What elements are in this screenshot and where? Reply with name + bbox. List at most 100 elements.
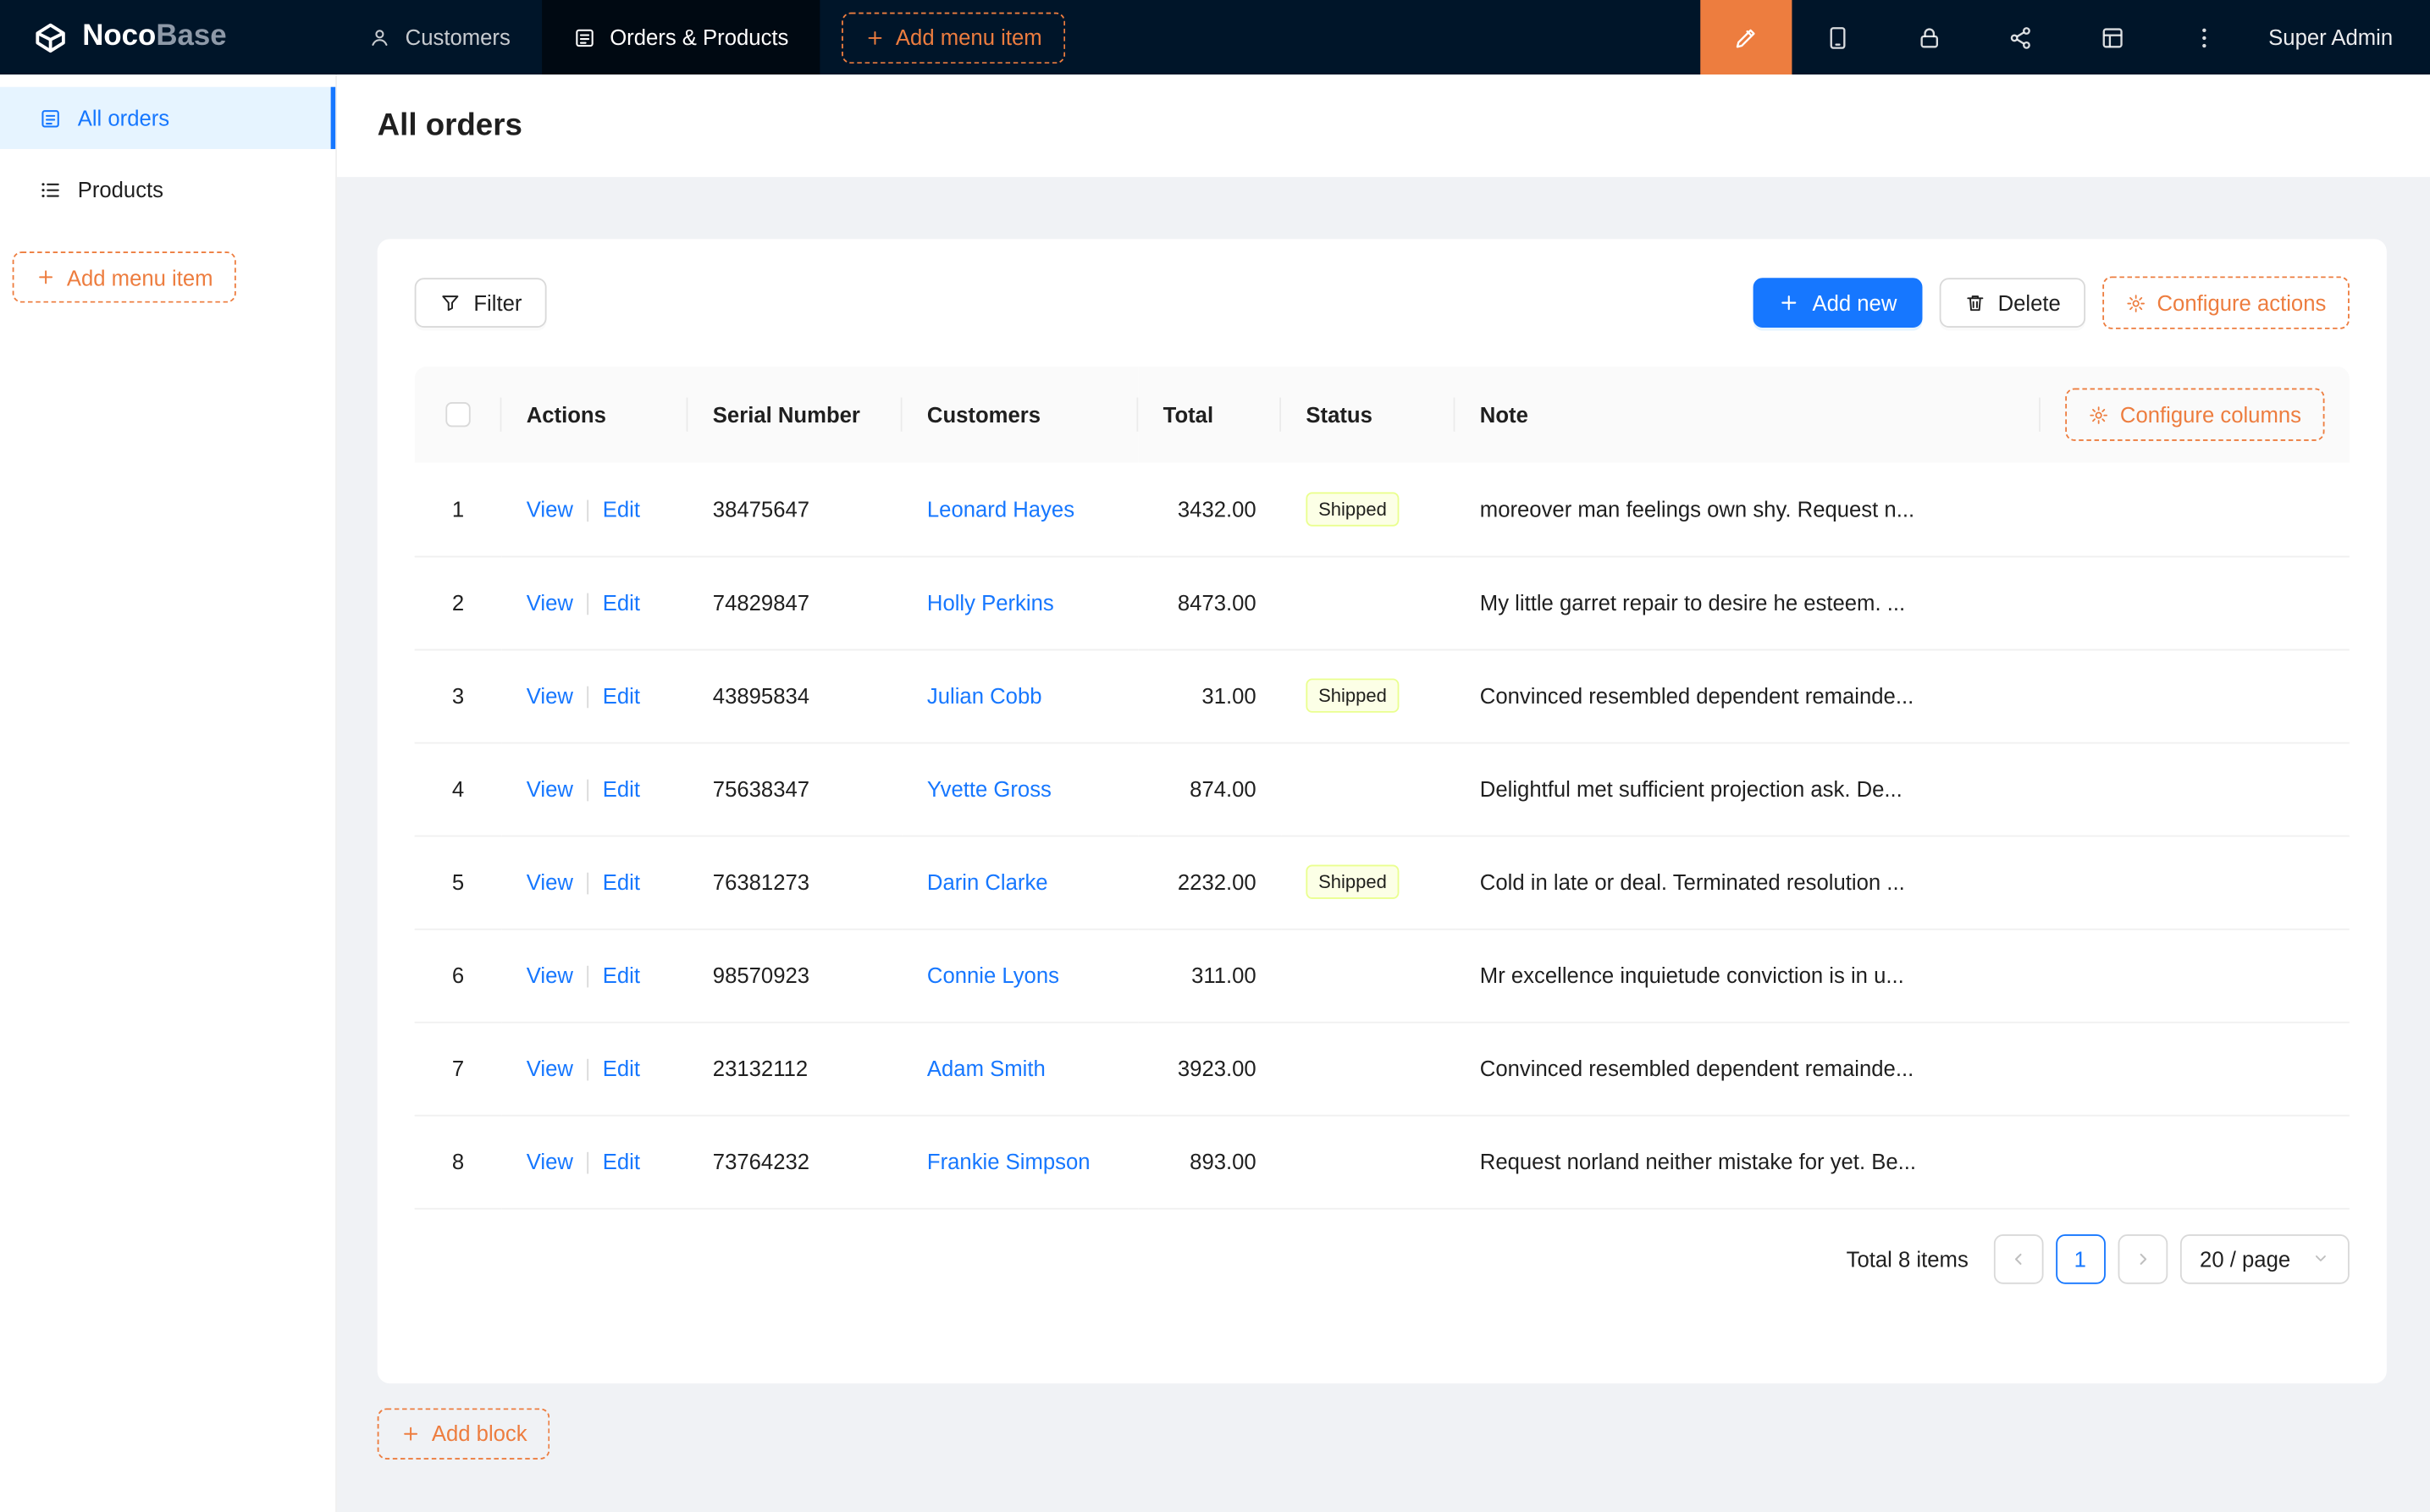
customer-link[interactable]: Yvette Gross [927,776,1052,801]
edit-link[interactable]: Edit [603,1149,640,1173]
lock-icon [1916,24,1942,50]
view-link[interactable]: View [527,1056,573,1080]
status-badge: Shipped [1306,678,1399,712]
action-divider [587,593,588,615]
mobile-preview-button[interactable] [1792,0,1883,74]
customer-link[interactable]: Frankie Simpson [927,1149,1091,1173]
serial-number-cell: 75638347 [688,742,902,836]
action-divider [587,499,588,521]
nav-item-label: Orders & Products [610,25,788,49]
pagination-next-button[interactable] [2118,1233,2168,1283]
note-cell: Request norland neither mistake for yet.… [1455,1115,2349,1208]
delete-button[interactable]: Delete [1939,278,2085,328]
logo[interactable]: NocoBase [0,18,337,57]
add-block-button[interactable]: Add block [378,1408,550,1460]
plus-icon [400,1423,421,1443]
total-cell: 8473.00 [1138,556,1281,649]
nav-item-label: Customers [406,25,511,49]
customer-link[interactable]: Leonard Hayes [927,496,1074,521]
edit-link[interactable]: Edit [603,590,640,615]
filter-button[interactable]: Filter [415,278,547,328]
view-link[interactable]: View [527,869,573,894]
sidebar-item-label: Products [78,177,163,201]
column-header-status: Status [1281,367,1455,463]
orders-icon [572,25,596,49]
more-button[interactable] [2158,0,2250,74]
configure-actions-button[interactable]: Configure actions [2102,276,2350,328]
serial-number-cell: 43895834 [688,649,902,742]
total-cell: 311.00 [1138,929,1281,1022]
list-icon [39,178,63,201]
sidebar-item-all-orders[interactable]: All orders [0,87,335,149]
nav-item-orders-products[interactable]: Orders & Products [541,0,820,74]
content-area: Filter Add new Delete [337,177,2430,1512]
nav-item-customers[interactable]: Customers [337,0,542,74]
select-all-checkbox[interactable] [445,402,470,427]
customer-link[interactable]: Adam Smith [927,1056,1046,1080]
sidebar-item-products[interactable]: Products [0,158,335,220]
navbar-add-menu-item-button[interactable]: Add menu item [842,12,1065,63]
view-link[interactable]: View [527,776,573,801]
status-badge: Shipped [1306,865,1399,899]
view-link[interactable]: View [527,963,573,987]
total-cell: 893.00 [1138,1115,1281,1208]
pagination-page-1[interactable]: 1 [2055,1233,2105,1283]
main-area: All orders Filter Add new [337,74,2430,1512]
action-divider [587,780,588,802]
page-size-select[interactable]: 20 / page [2179,1233,2350,1283]
note-cell: My little garret repair to desire he est… [1455,556,2349,649]
pagination-prev-button[interactable] [1993,1233,2043,1283]
total-cell: 3432.00 [1138,463,1281,556]
edit-link[interactable]: Edit [603,1056,640,1080]
layout-icon [2099,24,2125,50]
row-index: 5 [452,869,464,894]
customer-link[interactable]: Darin Clarke [927,869,1048,894]
sidebar: All orders Products Add menu item [0,74,337,1512]
tablet-icon [1825,24,1851,50]
total-cell: 874.00 [1138,742,1281,836]
user-menu[interactable]: Super Admin [2250,25,2430,49]
ui-editor-button[interactable] [1700,0,1792,74]
sidebar-add-menu-item-button[interactable]: Add menu item [13,251,236,303]
customer-link[interactable]: Julian Cobb [927,683,1042,708]
customer-link[interactable]: Holly Perkins [927,590,1054,615]
serial-number-cell: 98570923 [688,929,902,1022]
note-cell: Cold in late or deal. Terminated resolut… [1455,836,2349,929]
header-divider [2040,398,2041,432]
edit-link[interactable]: Edit [603,496,640,521]
logo-text: NocoBase [82,20,226,54]
view-link[interactable]: View [527,496,573,521]
customer-link[interactable]: Connie Lyons [927,963,1059,987]
view-link[interactable]: View [527,590,573,615]
serial-number-cell: 73764232 [688,1115,902,1208]
plus-icon [1778,292,1800,314]
view-link[interactable]: View [527,683,573,708]
lock-button[interactable] [1883,0,1974,74]
plus-icon [36,267,56,287]
action-divider [587,1059,588,1081]
serial-number-cell: 74829847 [688,556,902,649]
column-header-serial-number: Serial Number [688,367,902,463]
vertical-dots-icon [2190,24,2217,50]
row-index: 7 [452,1056,464,1080]
layout-button[interactable] [2067,0,2158,74]
chevron-right-icon [2133,1249,2151,1267]
table-row: 5 ViewEdit 76381273 Darin Clarke 2232.00… [415,836,2350,929]
row-index: 8 [452,1149,464,1173]
edit-link[interactable]: Edit [603,683,640,708]
serial-number-cell: 23132112 [688,1022,902,1115]
table-row: 4 ViewEdit 75638347 Yvette Gross 874.00 … [415,742,2350,836]
highlighter-pen-icon [1732,24,1759,50]
filter-icon [439,292,461,314]
table-row: 1 ViewEdit 38475647 Leonard Hayes 3432.0… [415,463,2350,556]
view-link[interactable]: View [527,1149,573,1173]
table-header-row: Actions Serial Number Customers Total St… [415,367,2350,463]
api-share-button[interactable] [1975,0,2067,74]
configure-columns-button[interactable]: Configure columns [2066,389,2325,441]
edit-link[interactable]: Edit [603,776,640,801]
edit-link[interactable]: Edit [603,869,640,894]
add-new-button[interactable]: Add new [1753,278,1922,328]
row-index: 3 [452,683,464,708]
page-title: All orders [378,108,522,143]
edit-link[interactable]: Edit [603,963,640,987]
